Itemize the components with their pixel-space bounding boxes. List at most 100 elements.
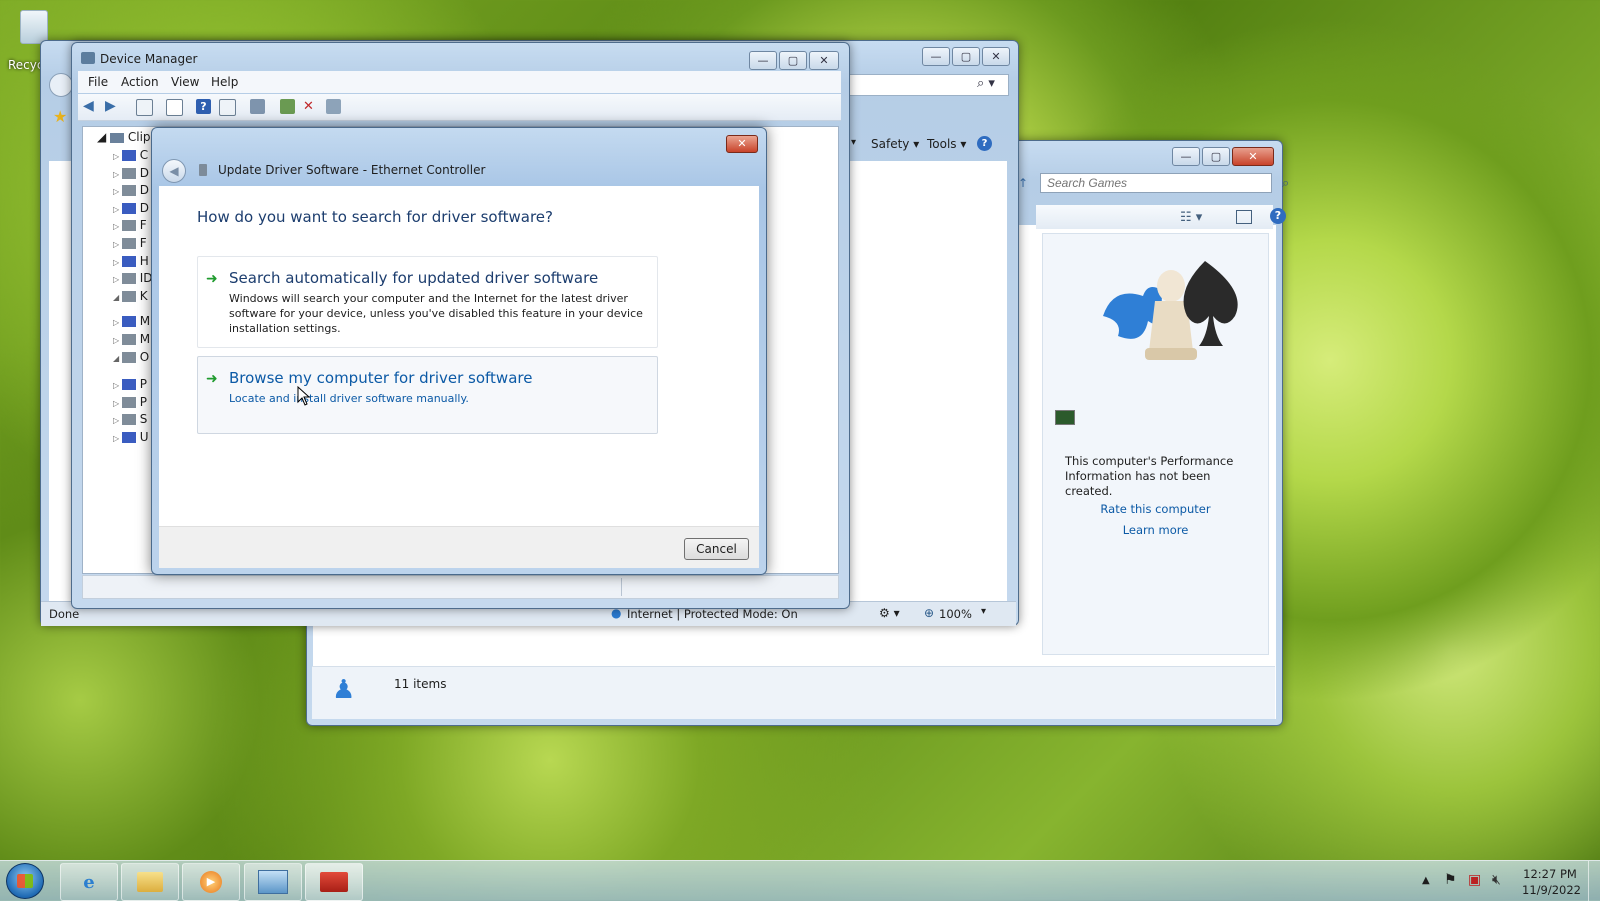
scan-hardware-icon[interactable] xyxy=(250,99,265,114)
show-hidden-icons[interactable]: ▲ xyxy=(1422,875,1430,886)
expand-arrow-icon[interactable]: ▷ xyxy=(113,336,122,345)
network-icon[interactable]: ▣ xyxy=(1468,872,1481,888)
taskbar-media-player-button[interactable]: ▶ xyxy=(182,863,240,901)
tree-item[interactable]: ▷ M xyxy=(113,314,150,328)
games-back-arrow-icon[interactable]: ↑ xyxy=(1018,176,1028,190)
preview-pane-icon[interactable] xyxy=(1236,210,1252,224)
tree-item[interactable]: ▷ F xyxy=(113,236,147,250)
expand-arrow-icon[interactable]: ▷ xyxy=(113,434,122,443)
back-button[interactable]: ◀ xyxy=(162,159,186,183)
safety-menu[interactable]: Safety ▾ xyxy=(871,137,919,151)
taskbar-date[interactable]: 11/9/2022 xyxy=(1522,883,1581,897)
close-button[interactable]: ✕ xyxy=(982,47,1010,66)
close-button[interactable]: ✕ xyxy=(1232,147,1274,166)
search-automatically-option[interactable]: ➜ Search automatically for updated drive… xyxy=(197,256,658,348)
tree-item-label: O xyxy=(139,349,150,364)
help-icon[interactable]: ? xyxy=(977,136,992,151)
tree-item[interactable]: ▷ D xyxy=(113,166,149,180)
tree-item[interactable]: ◢ O xyxy=(113,350,149,364)
taskbar-explorer-button[interactable] xyxy=(121,863,179,901)
expand-arrow-icon[interactable]: ▷ xyxy=(113,205,122,214)
menu-file[interactable]: File xyxy=(88,75,108,89)
taskbar-time[interactable]: 12:27 PM xyxy=(1522,867,1578,881)
dialog-body: How do you want to search for driver sof… xyxy=(159,186,759,526)
taskbar-ie-button[interactable]: e xyxy=(60,863,118,901)
tree-item[interactable]: ▷ P xyxy=(113,395,147,409)
ie-back-icon[interactable] xyxy=(49,73,73,97)
expand-arrow-icon[interactable]: ▷ xyxy=(113,381,122,390)
expand-arrow-icon[interactable]: ▷ xyxy=(113,222,122,231)
expand-arrow-icon[interactable]: ▷ xyxy=(113,187,122,196)
tools-menu[interactable]: Tools ▾ xyxy=(927,137,966,151)
taskbar-control-panel-button[interactable] xyxy=(244,863,302,901)
close-button[interactable]: ✕ xyxy=(726,135,758,153)
performance-tab-icon[interactable] xyxy=(1055,410,1075,425)
minimize-button[interactable]: — xyxy=(922,47,950,66)
expand-arrow-icon[interactable]: ◢ xyxy=(113,354,122,363)
expand-arrow-icon[interactable]: ▷ xyxy=(113,258,122,267)
safety-label: Safety xyxy=(871,137,910,151)
tree-item-label: M xyxy=(139,332,151,346)
expand-arrow-icon[interactable]: ▷ xyxy=(113,275,122,284)
device-manager-icon xyxy=(81,52,95,64)
expand-arrow-icon[interactable]: ▷ xyxy=(113,240,122,249)
zoom-level[interactable]: 100% xyxy=(939,607,972,621)
expand-arrow-icon[interactable]: ◢ xyxy=(113,293,122,302)
help-icon[interactable]: ? xyxy=(196,99,211,114)
taskbar-toolbox-button[interactable] xyxy=(305,863,363,901)
uninstall-icon[interactable]: ✕ xyxy=(303,99,318,114)
tree-item[interactable]: ▷ M xyxy=(113,332,150,346)
update-driver-icon[interactable] xyxy=(280,99,295,114)
enable-device-icon[interactable] xyxy=(326,99,341,114)
favorites-star-icon[interactable]: ★ xyxy=(53,107,67,126)
expand-arrow-icon[interactable]: ▷ xyxy=(113,318,122,327)
show-desktop-button[interactable] xyxy=(1588,861,1600,901)
view-icon[interactable] xyxy=(219,99,236,116)
maximize-button[interactable]: ▢ xyxy=(1202,147,1230,166)
maximize-button[interactable]: ▢ xyxy=(779,51,807,70)
action-center-flag-icon[interactable]: ⚑ xyxy=(1444,872,1457,888)
browse-computer-option[interactable]: ➜ Browse my computer for driver software… xyxy=(197,356,658,434)
start-button[interactable] xyxy=(6,863,44,899)
close-button[interactable]: ✕ xyxy=(809,51,839,70)
search-games-input[interactable] xyxy=(1040,173,1272,193)
tree-item[interactable]: ▷ H xyxy=(113,254,149,268)
tree-item[interactable]: ▷ F xyxy=(113,218,147,232)
expand-arrow-icon[interactable]: ▷ xyxy=(113,399,122,408)
volume-muted-icon[interactable]: 🔇︎ xyxy=(1492,872,1501,888)
cancel-button[interactable]: Cancel xyxy=(684,538,749,560)
zoom-dropdown-icon[interactable]: ▾ xyxy=(981,606,986,617)
tree-item[interactable]: ◢ K xyxy=(113,289,148,303)
forward-arrow-icon[interactable]: ▶ xyxy=(105,99,120,114)
show-hide-tree-icon[interactable] xyxy=(136,99,153,116)
tree-item[interactable]: ▷ S xyxy=(113,412,147,426)
tree-item[interactable]: ▷ U xyxy=(113,430,149,444)
properties-icon[interactable] xyxy=(166,99,183,116)
menu-help[interactable]: Help xyxy=(211,75,238,89)
minimize-button[interactable]: — xyxy=(749,51,777,70)
page-dropdown-icon[interactable]: ▾ xyxy=(851,137,856,148)
learn-more-link[interactable]: Learn more xyxy=(1043,523,1268,537)
expand-arrow-icon[interactable]: ▷ xyxy=(113,152,122,161)
tree-root[interactable]: ◢ Clipp xyxy=(97,130,158,144)
expand-arrow-icon[interactable]: ▷ xyxy=(113,170,122,179)
view-options-icon[interactable]: ☷ ▾ xyxy=(1180,210,1202,225)
maximize-button[interactable]: ▢ xyxy=(952,47,980,66)
tree-item[interactable]: ▷ C xyxy=(113,148,148,162)
tree-item[interactable]: ▷ P xyxy=(113,377,147,391)
menu-action[interactable]: Action xyxy=(121,75,159,89)
tree-item[interactable]: ▷ D xyxy=(113,201,149,215)
search-icon[interactable]: ⌕ xyxy=(1282,176,1289,191)
menu-view[interactable]: View xyxy=(171,75,199,89)
expand-arrow-icon[interactable]: ▷ xyxy=(113,416,122,425)
help-icon[interactable]: ? xyxy=(1270,208,1286,224)
update-driver-dialog: ✕ ◀ Update Driver Software - Ethernet Co… xyxy=(151,127,767,575)
tree-item[interactable]: ▷ D xyxy=(113,183,149,197)
back-arrow-icon[interactable]: ◀ xyxy=(83,99,98,114)
security-icon[interactable]: ⚙ ▾ xyxy=(879,606,900,620)
minimize-button[interactable]: — xyxy=(1172,147,1200,166)
tree-item[interactable]: ▷ ID xyxy=(113,271,152,285)
zoom-icon[interactable]: ⊕ xyxy=(924,606,934,620)
rate-computer-link[interactable]: Rate this computer xyxy=(1043,502,1268,516)
search-icon[interactable]: ⌕ ▾ xyxy=(977,76,995,91)
